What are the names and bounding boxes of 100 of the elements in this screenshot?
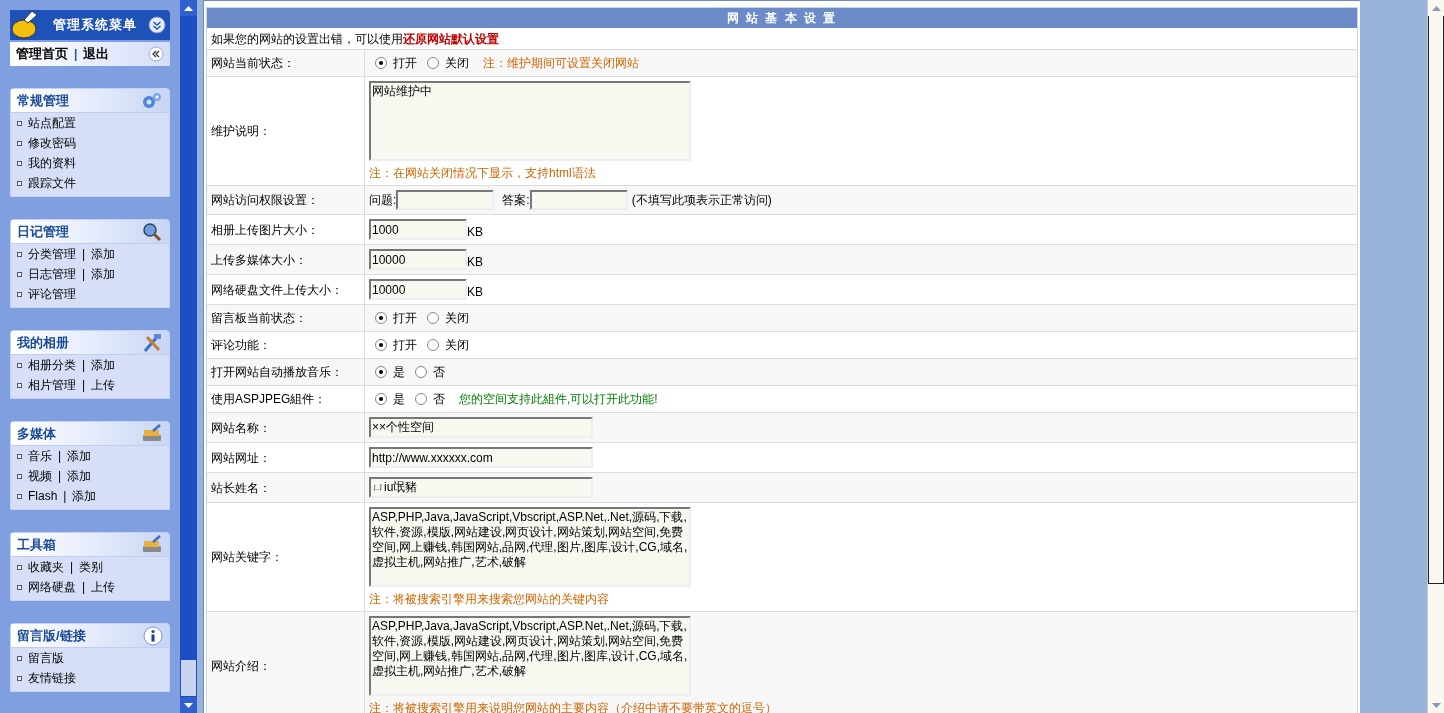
- sidebar-scrollbar[interactable]: [180, 0, 197, 713]
- separator: |: [82, 579, 86, 596]
- bullet-icon: [17, 655, 22, 661]
- input-field[interactable]: http://www.xxxxxx.com: [369, 447, 593, 468]
- radio-button[interactable]: [375, 393, 387, 405]
- field-label: 相册上传图片大小：: [207, 215, 365, 244]
- radio-button[interactable]: [375, 366, 387, 378]
- sidebar-link[interactable]: 音乐: [28, 447, 52, 465]
- scroll-up-icon[interactable]: [1431, 5, 1441, 11]
- note-text: 注：将被搜索引擎用来搜索您网站的关键内容: [369, 591, 609, 608]
- scroll-down-icon[interactable]: [184, 702, 193, 708]
- input-field[interactable]: 10000: [369, 249, 467, 270]
- collapse-icon[interactable]: [148, 46, 164, 62]
- unit-label: KB: [467, 283, 483, 301]
- option-label: 关闭: [445, 310, 469, 327]
- sidebar-link[interactable]: 类别: [79, 558, 104, 576]
- field-label: 站长姓名：: [207, 473, 365, 502]
- input-field[interactable]: 1000: [369, 219, 467, 240]
- sidebar-link[interactable]: 网络硬盘: [28, 578, 76, 596]
- sidebar-link[interactable]: 相册分类: [28, 356, 76, 374]
- input-field[interactable]: ××个性空间: [369, 417, 593, 438]
- sidebar-link[interactable]: 上传: [91, 578, 116, 596]
- bullet-icon: [17, 453, 22, 459]
- field-label: 使用ASPJPEG組件：: [207, 386, 365, 412]
- panel-title: 工具箱: [17, 535, 56, 554]
- bullet-icon: [17, 140, 22, 146]
- sidebar-link[interactable]: 日志管理: [28, 265, 76, 283]
- input-field[interactable]: [396, 190, 495, 210]
- magnifier-icon: [141, 221, 163, 242]
- sidebar-link[interactable]: Flash: [28, 487, 58, 505]
- field-label: 网络硬盘文件上传大小：: [207, 275, 365, 304]
- sidebar-link[interactable]: 相片管理: [28, 376, 76, 394]
- sidebar-link[interactable]: 友情链接: [28, 669, 76, 687]
- radio-button[interactable]: [375, 57, 387, 69]
- unit-label: KB: [467, 223, 483, 241]
- quick-link[interactable]: 退出: [83, 44, 110, 64]
- option-label: 否: [433, 391, 445, 408]
- sidebar-link[interactable]: 收藏夹: [28, 558, 64, 576]
- input-field[interactable]: ㄩiu氓豬: [369, 477, 593, 498]
- radio-button[interactable]: [415, 393, 427, 405]
- bullet-icon: [17, 382, 22, 388]
- scroll-up-icon[interactable]: [184, 5, 193, 11]
- input-field[interactable]: [529, 190, 628, 210]
- scrollbar-thumb[interactable]: [181, 660, 196, 696]
- text-area[interactable]: ASP,PHP,Java,JavaScript,Vbscript,ASP.Net,.Net,源码,下载,软件,资源,模版,网站建设,网页设计,网站策划,网站空间,免费空间,网上赚钱,韩国网站,品网,代理,图片,图库,设计,CG,域名,虚拟主机,网站推广,艺术,破解: [369, 616, 691, 696]
- page-scrollbar[interactable]: [1427, 0, 1444, 713]
- sidebar-link[interactable]: 添加: [91, 245, 116, 263]
- sidebar-link[interactable]: 视频: [28, 467, 52, 485]
- radio-button[interactable]: [375, 339, 387, 351]
- sidebar-link[interactable]: 上传: [91, 376, 116, 394]
- sidebar-link[interactable]: 添加: [67, 447, 92, 465]
- separator: |: [82, 246, 86, 263]
- radio-button[interactable]: [427, 312, 439, 324]
- sidebar-link[interactable]: 留言版: [28, 649, 64, 667]
- note-text: 注：维护期间可设置关闭网站: [483, 55, 639, 72]
- sidebar-link[interactable]: 站点配置: [28, 114, 76, 132]
- scrollbar-thumb[interactable]: [1428, 16, 1444, 584]
- note-text: 注：在网站关闭情况下显示，支持html语法: [369, 165, 596, 182]
- sidebar-link[interactable]: 我的资料: [28, 154, 76, 172]
- sidebar-link[interactable]: 添加: [67, 467, 92, 485]
- input-field[interactable]: 10000: [369, 279, 467, 300]
- sidebar-link[interactable]: 添加: [72, 487, 97, 505]
- sidebar-link[interactable]: 分类管理: [28, 245, 76, 263]
- field-caption: 问题:: [369, 192, 397, 209]
- bullet-icon: [17, 160, 22, 166]
- panel-title: 我的相册: [17, 333, 69, 352]
- scroll-down-icon[interactable]: [1431, 702, 1441, 708]
- text-area[interactable]: ASP,PHP,Java,JavaScript,Vbscript,ASP.Net,.Net,源码,下载,软件,资源,模版,网站建设,网页设计,网站策划,网站空间,免费空间,网上赚钱,韩国网站,品网,代理,图片,图库,设计,CG,域名,虚拟主机,网站推广,艺术,破解: [369, 507, 691, 587]
- field-label: 网站关键字：: [207, 503, 365, 611]
- radio-button[interactable]: [415, 366, 427, 378]
- radio-button[interactable]: [427, 339, 439, 351]
- sidebar-link[interactable]: 添加: [91, 265, 116, 283]
- bullet-icon: [17, 473, 22, 479]
- panel-title: 留言版/链接: [17, 626, 86, 645]
- bullet-icon: [17, 362, 22, 368]
- field-label: 评论功能：: [207, 332, 365, 358]
- option-label: 打开: [393, 55, 417, 72]
- info-icon: [143, 625, 163, 646]
- field-label: 维护说明：: [207, 77, 365, 185]
- tools-icon: [141, 332, 163, 353]
- text-area[interactable]: 网站维护中: [369, 81, 691, 161]
- radio-button[interactable]: [375, 312, 387, 324]
- section-title: 网 站 基 本 设 置: [207, 8, 1357, 28]
- sidebar-link[interactable]: 添加: [91, 356, 116, 374]
- option-label: 是: [393, 364, 405, 381]
- separator: |: [58, 448, 62, 465]
- option-label: 打开: [393, 310, 417, 327]
- drive-icon: [141, 534, 163, 555]
- sidebar-link[interactable]: 评论管理: [28, 285, 76, 303]
- field-label: 上传多媒体大小：: [207, 245, 365, 274]
- sidebar-link[interactable]: 跟踪文件: [28, 174, 76, 192]
- bullet-icon: [17, 675, 22, 681]
- radio-button[interactable]: [427, 57, 439, 69]
- hint-text: (不填写此项表示正常访问): [631, 192, 772, 209]
- option-label: 打开: [393, 337, 417, 354]
- bullet-icon: [17, 493, 22, 499]
- quick-link[interactable]: 管理首页: [16, 44, 68, 64]
- field-label: 网站网址：: [207, 443, 365, 472]
- collapse-icon[interactable]: [148, 16, 166, 34]
- sidebar-link[interactable]: 修改密码: [28, 134, 76, 152]
